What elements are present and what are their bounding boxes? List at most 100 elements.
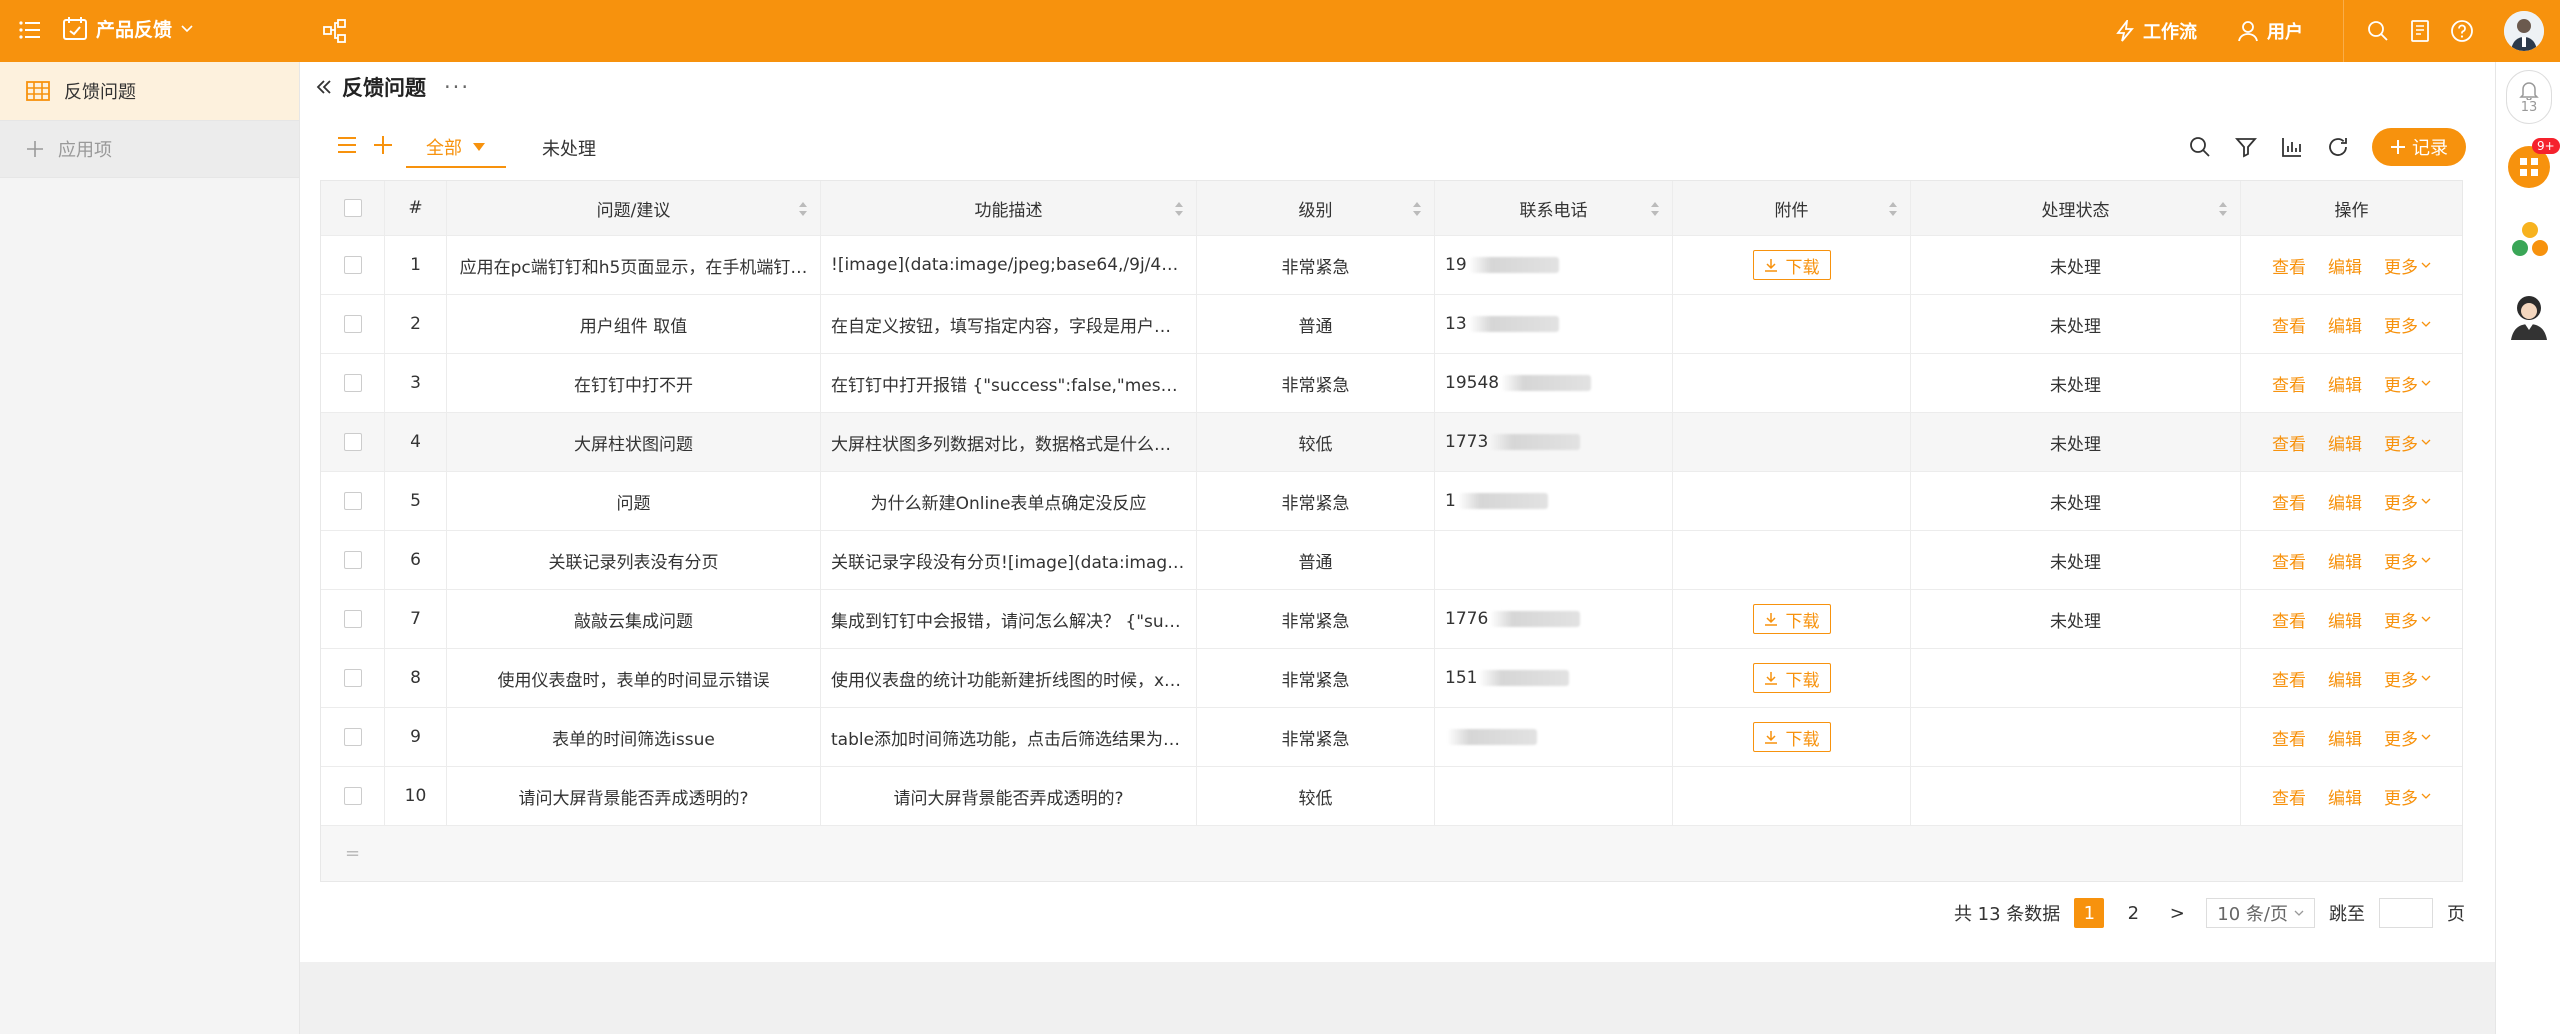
tab-all[interactable]: 全部 (406, 128, 506, 168)
table-row[interactable]: 2 用户组件 取值 在自定义按钮，填写指定内容，字段是用户… 普通 13 未处理… (321, 295, 2462, 354)
breadcrumb: 反馈问题 ··· (316, 72, 470, 102)
download-button[interactable]: 下载 (1752, 604, 1831, 634)
edit-button[interactable]: 编辑 (2328, 253, 2362, 278)
table-row[interactable]: 3 在钉钉中打不开 在钉钉中打开报错 {"success":false,"mes… (321, 354, 2462, 413)
table-row[interactable]: 1 应用在pc端钉钉和h5页面显示，在手机端钉… ![image](data:i… (321, 236, 2462, 295)
sort-icon[interactable] (1174, 201, 1184, 217)
edit-button[interactable]: 编辑 (2328, 548, 2362, 573)
table-row[interactable]: 5 问题 为什么新建Online表单点确定没反应 非常紧急 1 未处理 查看 编辑… (321, 472, 2462, 531)
col-header-description[interactable]: 功能描述 (821, 181, 1197, 235)
select-all-checkbox[interactable] (343, 199, 362, 217)
col-header-status[interactable]: 处理状态 (1911, 181, 2241, 235)
sidebar-item-feedback[interactable]: 反馈问题 (0, 62, 299, 120)
search-icon[interactable] (2188, 135, 2212, 159)
table-row[interactable]: 8 使用仪表盘时，表单的时间显示错误 使用仪表盘的统计功能新建折线图的时候，x…… (321, 649, 2462, 708)
page-size-select[interactable]: 10 条/页 (2206, 898, 2315, 928)
table-row[interactable]: 7 敲敲云集成问题 集成到钉钉中会报错，请问怎么解决？ {"suc… 非常紧急 … (321, 590, 2462, 649)
help-icon[interactable] (2450, 19, 2474, 43)
refresh-icon[interactable] (2326, 135, 2350, 159)
page-2-button[interactable]: 2 (2118, 898, 2148, 928)
view-button[interactable]: 查看 (2272, 725, 2306, 750)
download-button[interactable]: 下载 (1752, 722, 1831, 752)
more-button[interactable]: 更多 (2384, 725, 2431, 750)
sort-icon[interactable] (1650, 201, 1660, 217)
chart-icon[interactable] (2280, 135, 2304, 159)
row-checkbox[interactable] (343, 374, 362, 392)
edit-button[interactable]: 编辑 (2328, 489, 2362, 514)
edit-button[interactable]: 编辑 (2328, 725, 2362, 750)
sort-icon[interactable] (2218, 201, 2228, 217)
view-button[interactable]: 查看 (2272, 312, 2306, 337)
edit-button[interactable]: 编辑 (2328, 607, 2362, 632)
view-button[interactable]: 查看 (2272, 430, 2306, 455)
user-link[interactable]: 用户 (2237, 18, 2303, 44)
tab-pending[interactable]: 未处理 (542, 128, 596, 168)
row-checkbox[interactable] (343, 256, 362, 274)
row-checkbox[interactable] (343, 315, 362, 333)
view-button[interactable]: 查看 (2272, 371, 2306, 396)
organization-icon[interactable] (2510, 220, 2550, 260)
page-1-button[interactable]: 1 (2074, 898, 2105, 928)
col-header-question[interactable]: 问题/建议 (447, 181, 821, 235)
more-button[interactable]: 更多 (2384, 784, 2431, 809)
edit-button[interactable]: 编辑 (2328, 371, 2362, 396)
more-button[interactable]: 更多 (2384, 548, 2431, 573)
row-checkbox[interactable] (343, 728, 362, 746)
table-row[interactable]: 4 大屏柱状图问题 大屏柱状图多列数据对比，数据格式是什么… 较低 1773 未… (321, 413, 2462, 472)
view-button[interactable]: 查看 (2272, 666, 2306, 691)
more-button[interactable]: 更多 (2384, 371, 2431, 396)
more-actions-button[interactable]: ··· (444, 75, 470, 99)
more-button[interactable]: 更多 (2384, 312, 2431, 337)
edit-button[interactable]: 编辑 (2328, 312, 2362, 337)
row-checkbox[interactable] (343, 787, 362, 805)
jump-page-input[interactable] (2379, 898, 2433, 928)
more-button[interactable]: 更多 (2384, 430, 2431, 455)
sort-icon[interactable] (798, 201, 808, 217)
list-menu-icon[interactable] (336, 134, 358, 156)
table-row[interactable]: 10 请问大屏背景能否弄成透明的? 请问大屏背景能否弄成透明的? 较低 查看 编辑… (321, 767, 2462, 826)
row-checkbox[interactable] (343, 492, 362, 510)
sort-icon[interactable] (1412, 201, 1422, 217)
row-checkbox[interactable] (343, 610, 362, 628)
row-checkbox[interactable] (343, 433, 362, 451)
row-checkbox[interactable] (343, 551, 362, 569)
table-row[interactable]: 6 关联记录列表没有分页 关联记录字段没有分页![image](data:ima… (321, 531, 2462, 590)
table-row[interactable]: 9 表单的时间筛选issue table添加时间筛选功能，点击后筛选结果为… 非… (321, 708, 2462, 767)
notification-button[interactable]: 13 (2506, 70, 2552, 124)
add-view-icon[interactable] (372, 134, 394, 156)
more-button[interactable]: 更多 (2384, 666, 2431, 691)
filter-icon[interactable] (2234, 135, 2258, 159)
search-icon[interactable] (2366, 19, 2390, 43)
document-icon[interactable] (2408, 19, 2432, 43)
view-button[interactable]: 查看 (2272, 784, 2306, 809)
edit-button[interactable]: 编辑 (2328, 430, 2362, 455)
view-button[interactable]: 查看 (2272, 489, 2306, 514)
col-header-attachment[interactable]: 附件 (1673, 181, 1911, 235)
add-record-button[interactable]: 记录 (2372, 128, 2466, 166)
view-button[interactable]: 查看 (2272, 607, 2306, 632)
app-switcher[interactable]: 产品反馈 (62, 15, 194, 42)
download-button[interactable]: 下载 (1752, 663, 1831, 693)
more-button[interactable]: 更多 (2384, 253, 2431, 278)
avatar[interactable] (2504, 11, 2544, 51)
view-button[interactable]: 查看 (2272, 548, 2306, 573)
user-avatar-icon[interactable] (2508, 292, 2550, 340)
edit-button[interactable]: 编辑 (2328, 784, 2362, 809)
more-button[interactable]: 更多 (2384, 607, 2431, 632)
workflow-link[interactable]: 工作流 (2115, 18, 2197, 44)
more-button[interactable]: 更多 (2384, 489, 2431, 514)
view-button[interactable]: 查看 (2272, 253, 2306, 278)
workflow-diagram-icon[interactable] (322, 18, 348, 44)
edit-button[interactable]: 编辑 (2328, 666, 2362, 691)
col-header-phone[interactable]: 联系电话 (1435, 181, 1673, 235)
col-header-level[interactable]: 级别 (1197, 181, 1435, 235)
row-checkbox[interactable] (343, 669, 362, 687)
apps-button[interactable]: 9+ (2508, 138, 2560, 188)
add-app-item-button[interactable]: 应用项 (0, 120, 299, 178)
collapse-left-icon[interactable] (316, 79, 332, 95)
download-button[interactable]: 下载 (1752, 250, 1831, 280)
next-page-button[interactable]: > (2162, 898, 2192, 928)
caret-down-icon[interactable] (472, 142, 486, 152)
menu-icon[interactable] (18, 18, 42, 42)
sort-icon[interactable] (1888, 201, 1898, 217)
